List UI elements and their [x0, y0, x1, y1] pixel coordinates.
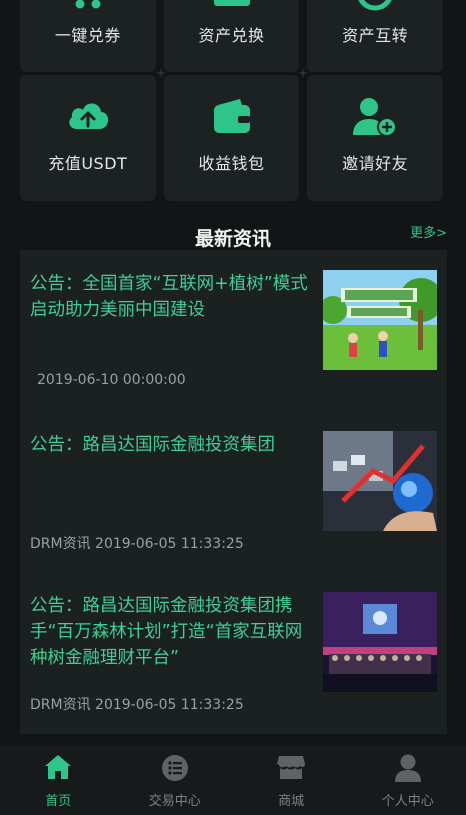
quick-action-recharge-usdt[interactable]: 充值USDT — [20, 75, 156, 201]
tab-label: 首页 — [45, 794, 72, 809]
news-list: 公告：全国首家“互联网+植树”模式启动助力美丽中国建设 2019-06-10 0… — [20, 250, 447, 734]
tab-label: 个人中心 — [381, 794, 434, 809]
user-icon — [394, 754, 421, 782]
news-item[interactable]: 公告：路昌达国际金融投资集团 DRM资讯 2019-06-05 11:33:25 — [20, 431, 447, 556]
quick-action-label: 资产兑换 — [198, 26, 265, 45]
news-section-title: 最新资讯 — [194, 228, 271, 250]
news-item-meta: 2019-06-10 00:00:00 — [37, 372, 186, 388]
cloud-upload-icon — [69, 103, 108, 129]
exchange-icon — [213, 0, 250, 6]
tab-trading-center[interactable]: 交易中心 — [117, 745, 234, 815]
wallet-icon — [213, 99, 250, 133]
tab-profile[interactable]: 个人中心 — [350, 745, 466, 815]
quick-actions-row-2: 充值USDT 收益钱包 邀请好友 — [20, 75, 444, 201]
quick-action-label: 资产互转 — [342, 26, 409, 45]
quick-action-label: 一键兑券 — [54, 26, 121, 45]
store-icon — [277, 756, 306, 779]
quick-action-redeem-coupon[interactable]: 一键兑券 — [20, 0, 156, 72]
quick-action-income-wallet[interactable]: 收益钱包 — [163, 75, 300, 201]
tab-home[interactable]: 首页 — [0, 745, 117, 815]
home-page: 一键兑券 资产兑换 资产互转 + + 充值USDT 收益钱包 邀请好友 最新资讯… — [0, 0, 466, 815]
tree-planting-thumbnail — [323, 270, 437, 370]
news-item-meta: DRM资讯 2019-06-05 11:33:25 — [30, 536, 244, 552]
news-item-meta: DRM资讯 2019-06-05 11:33:25 — [30, 697, 244, 713]
quick-action-label: 收益钱包 — [198, 154, 265, 173]
tab-label: 商城 — [278, 794, 305, 809]
transfer-icon — [358, 0, 392, 11]
quick-action-label: 邀请好友 — [342, 154, 409, 173]
news-item[interactable]: 公告：路昌达国际金融投资集团携手“百万森林计划”打造“首家互联网种树金融理财平台… — [20, 592, 447, 717]
list-icon — [161, 755, 188, 781]
tab-label: 交易中心 — [148, 794, 201, 809]
news-item-title: 公告：全国首家“互联网+植树”模式启动助力美丽中国建设 — [30, 274, 308, 320]
news-item[interactable]: 公告：全国首家“互联网+植树”模式启动助力美丽中国建设 2019-06-10 0… — [20, 270, 447, 395]
quick-action-asset-transfer[interactable]: 资产互转 — [307, 0, 444, 72]
tab-mall[interactable]: 商城 — [233, 745, 350, 815]
home-icon — [45, 755, 72, 779]
news-item-title: 公告：路昌达国际金融投资集团携手“百万森林计划”打造“首家互联网种树金融理财平台… — [30, 596, 303, 668]
bottom-tab-bar: 首页 交易中心 商城 个人中心 — [0, 745, 466, 815]
quick-action-label: 充值USDT — [48, 154, 128, 173]
add-user-icon — [353, 98, 398, 137]
quick-actions-row-1: 一键兑券 资产兑换 资产互转 — [20, 0, 444, 72]
quick-action-invite-friends[interactable]: 邀请好友 — [307, 75, 444, 201]
more-news-link[interactable]: 更多> — [410, 222, 447, 241]
news-header: 最新资讯 更多> — [0, 222, 466, 250]
event-stage-thumbnail — [323, 592, 437, 692]
finance-globe-thumbnail — [323, 431, 437, 531]
news-item-title: 公告：路昌达国际金融投资集团 — [30, 435, 275, 455]
quick-action-asset-exchange[interactable]: 资产兑换 — [163, 0, 300, 72]
cart-icon — [75, 0, 101, 9]
